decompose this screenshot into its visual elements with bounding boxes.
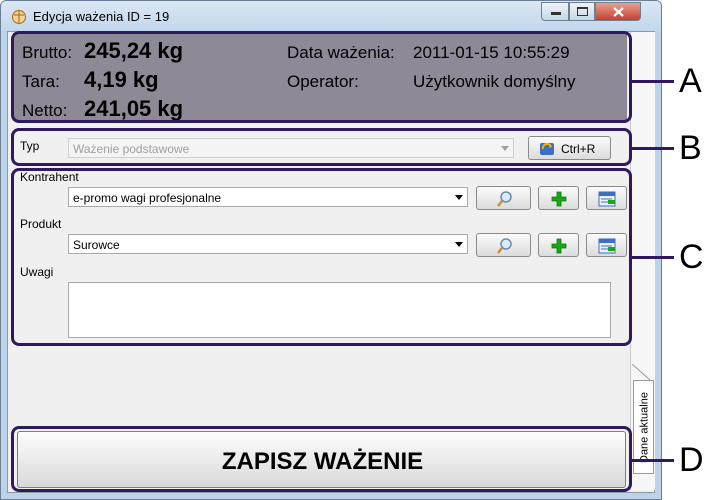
callout-line-c [632,256,674,259]
callout-letter-d: D [679,441,704,479]
callout-box-a [11,31,632,123]
callout-line-d [632,459,674,462]
minimize-icon [551,12,561,15]
callout-box-b [11,128,632,166]
callout-line-a [632,80,674,83]
title-bar[interactable]: Edycja ważenia ID = 19 [1,1,661,31]
callout-box-d [11,426,632,492]
window-title: Edycja ważenia ID = 19 [33,9,170,24]
callout-line-b [632,147,674,150]
callout-letter-a: A [679,62,702,100]
callout-box-c [11,168,632,346]
callout-letter-b: B [679,129,702,167]
scale-icon [11,9,27,25]
callout-letter-c: C [679,238,704,276]
maximize-button[interactable] [569,2,595,21]
maximize-icon [577,7,588,16]
close-button[interactable] [595,2,641,21]
minimize-button[interactable] [541,2,569,21]
close-icon [613,7,624,17]
